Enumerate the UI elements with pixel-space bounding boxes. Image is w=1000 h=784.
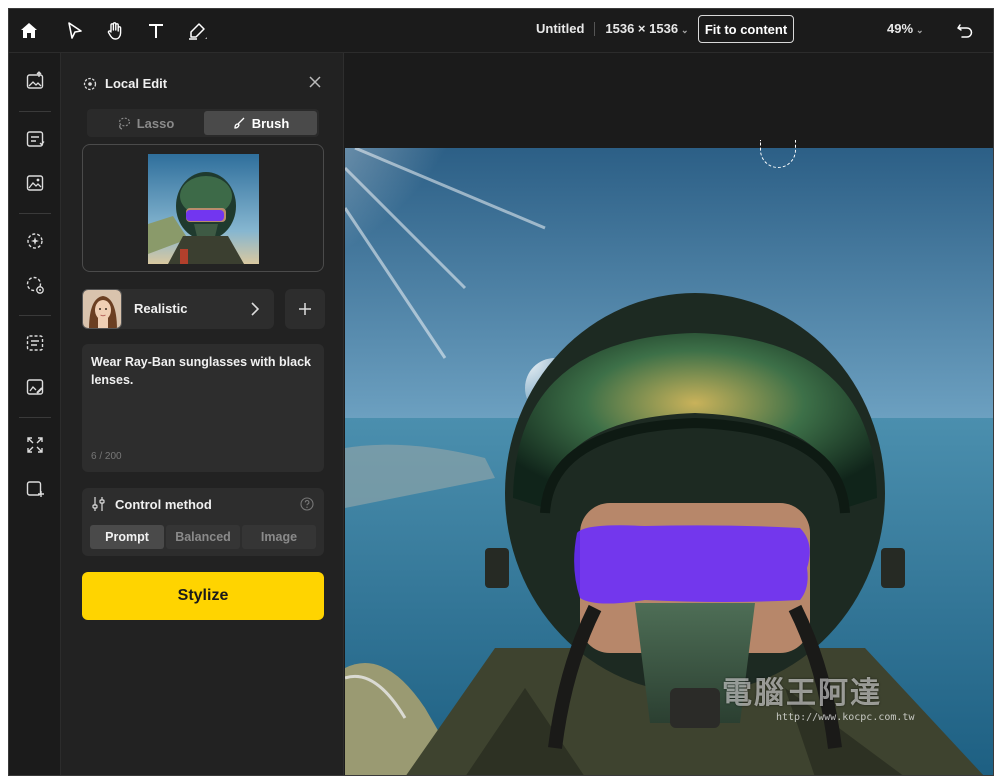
magic-icon[interactable] — [21, 227, 49, 255]
control-method-title: Control method — [115, 496, 212, 512]
image-text-icon[interactable] — [21, 329, 49, 357]
selection-mode-tabs: Lasso Brush — [87, 109, 319, 137]
panel-title: Local Edit — [105, 76, 168, 91]
tab-lasso-label: Lasso — [136, 115, 175, 131]
canvas-size-value: 1536 × 1536 — [605, 21, 679, 36]
add-style-button[interactable] — [285, 289, 325, 329]
help-icon[interactable] — [300, 497, 314, 511]
control-method-header: Control method — [91, 496, 212, 512]
document-title[interactable]: Untitled — [536, 21, 584, 36]
left-tool-rail — [9, 53, 61, 775]
close-icon[interactable] — [306, 73, 324, 91]
rail-divider — [19, 213, 51, 214]
brush-icon — [234, 117, 245, 129]
document-info: Untitled 1536 × 1536 ⌄ — [536, 21, 689, 36]
control-option-balanced[interactable]: Balanced — [166, 525, 240, 549]
control-method-section: Control method Prompt Balanced Image — [82, 488, 324, 556]
stylize-button[interactable]: Stylize — [82, 572, 324, 620]
mask-preview — [82, 144, 324, 272]
preview-thumbnail — [148, 154, 259, 264]
undo-icon[interactable] — [951, 17, 979, 45]
rail-divider — [19, 111, 51, 112]
style-name: Realistic — [134, 301, 188, 316]
hand-icon[interactable] — [101, 17, 129, 45]
sliders-icon — [92, 497, 105, 511]
lasso-icon — [118, 117, 130, 130]
control-method-options: Prompt Balanced Image — [90, 525, 316, 549]
fit-to-content-button[interactable]: Fit to content — [698, 15, 794, 43]
local-edit-panel: Local Edit Lasso Brush Realistic Wear Ra… — [61, 53, 344, 775]
top-bar: Untitled 1536 × 1536 ⌄ Fit to content 49%… — [9, 9, 993, 53]
zoom-value: 49% — [887, 21, 914, 36]
rail-divider — [19, 315, 51, 316]
control-option-prompt[interactable]: Prompt — [90, 525, 164, 549]
prompt-value: Wear Ray-Ban sunglasses with black lense… — [91, 355, 311, 387]
prompt-char-count: 6 / 200 — [91, 451, 122, 462]
style-avatar — [82, 289, 122, 329]
control-option-image[interactable]: Image — [242, 525, 316, 549]
chevron-right-icon — [251, 302, 260, 316]
style-selector[interactable]: Realistic — [82, 289, 274, 329]
canvas-area[interactable] — [345, 53, 993, 775]
panel-header: Local Edit — [83, 76, 167, 91]
tab-lasso[interactable]: Lasso — [89, 111, 202, 135]
expand-icon[interactable] — [21, 431, 49, 459]
watermark-url: http://www.kocpc.com.tw — [776, 712, 915, 723]
rail-divider — [19, 417, 51, 418]
tab-brush[interactable]: Brush — [204, 111, 317, 135]
plus-icon — [299, 303, 311, 315]
image-upload-icon[interactable] — [21, 67, 49, 95]
prompt-textarea[interactable]: Wear Ray-Ban sunglasses with black lense… — [82, 344, 324, 472]
chevron-down-icon: ⌄ — [916, 25, 924, 35]
app-window: Untitled 1536 × 1536 ⌄ Fit to content 49%… — [8, 8, 994, 776]
tab-brush-label: Brush — [251, 115, 290, 131]
image-plus-icon[interactable] — [21, 475, 49, 503]
select-settings-icon[interactable] — [21, 271, 49, 299]
home-icon[interactable] — [15, 17, 43, 45]
watermark-logo: 電腦王阿達 — [722, 676, 882, 711]
canvas-size-select[interactable]: 1536 × 1536 ⌄ — [605, 21, 688, 36]
divider — [594, 21, 596, 36]
text-edit-icon[interactable] — [21, 125, 49, 153]
local-edit-icon — [83, 77, 97, 90]
pointer-icon[interactable] — [61, 17, 89, 45]
canvas-image[interactable] — [345, 148, 993, 775]
zoom-select[interactable]: 49% ⌄ — [887, 21, 924, 36]
chevron-down-icon: ⌄ — [681, 25, 689, 35]
highlighter-icon[interactable] — [183, 17, 211, 45]
text-icon[interactable] — [142, 17, 170, 45]
image-brush-icon[interactable] — [21, 373, 49, 401]
image-edit-icon[interactable] — [21, 169, 49, 197]
